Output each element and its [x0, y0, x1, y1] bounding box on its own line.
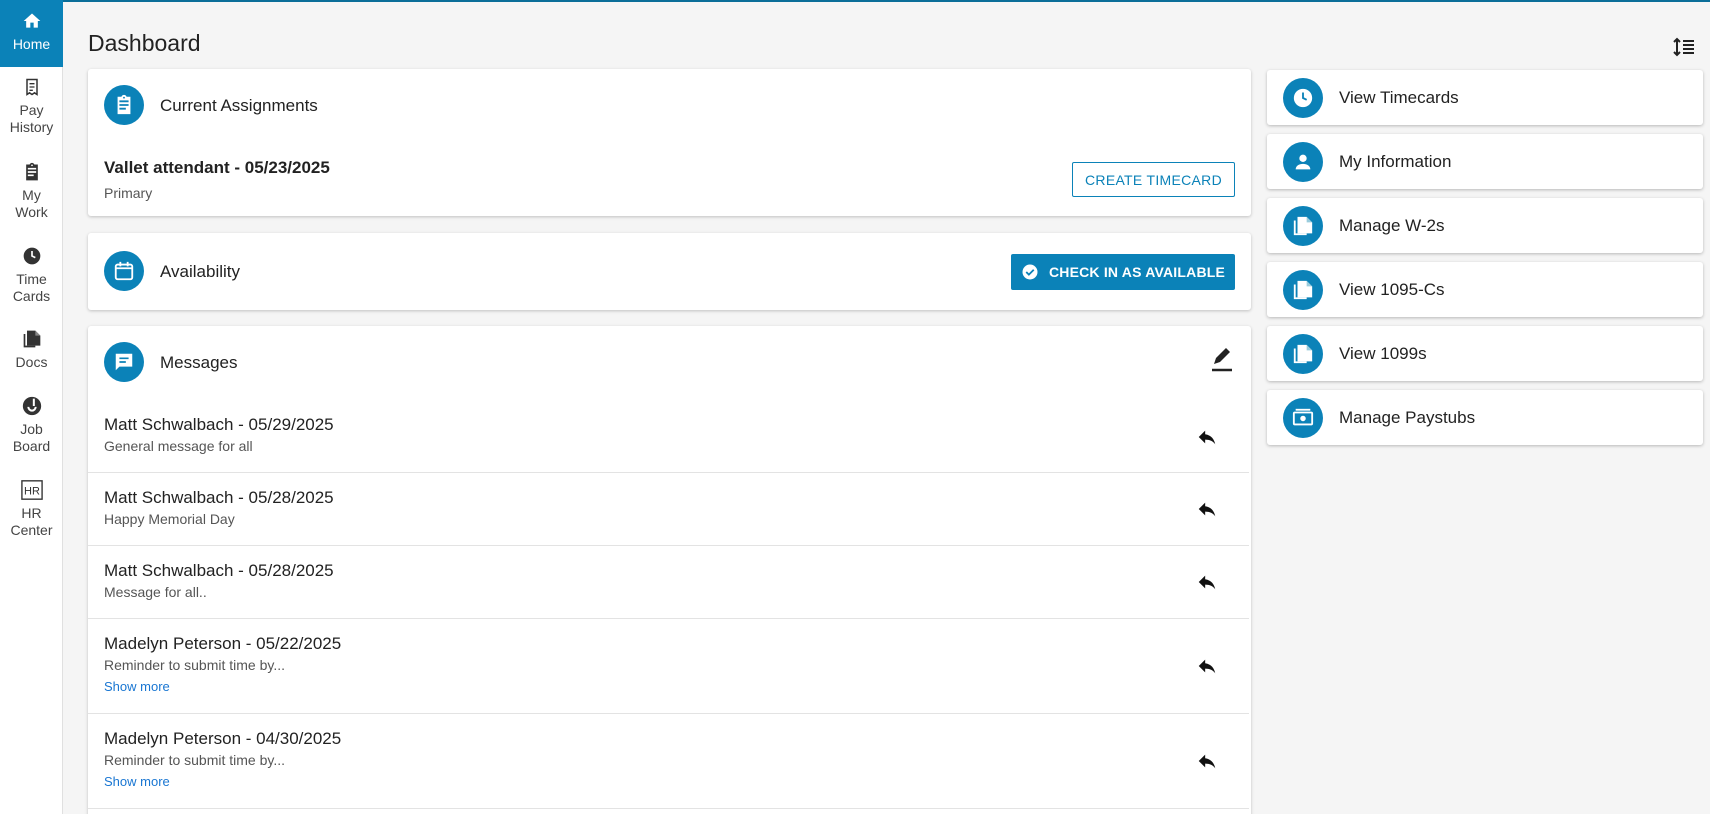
message-item[interactable]: Matt Schwalbach - 05/28/2025 Message for… — [88, 546, 1249, 619]
sidebar-item-pay-history[interactable]: Pay History — [0, 76, 63, 136]
top-accent-bar — [0, 0, 1710, 2]
clock-icon — [21, 245, 43, 267]
sidebar-item-label: Board — [12, 438, 51, 454]
reply-icon[interactable] — [1196, 655, 1218, 677]
message-body: Happy Memorial Day — [104, 511, 235, 527]
reply-icon[interactable] — [1196, 571, 1218, 593]
sidebar-item-label: Docs — [15, 354, 48, 370]
reply-icon[interactable] — [1196, 750, 1218, 772]
sidebar-item-label: Work — [15, 204, 48, 220]
card-title: Availability — [160, 262, 241, 281]
svg-text:HR: HR — [24, 486, 40, 498]
receipt-icon — [21, 76, 43, 98]
check-in-available-button[interactable]: CHECK IN AS AVAILABLE — [1011, 254, 1235, 290]
sidebar-item-label: Cards — [12, 288, 51, 304]
sidebar-item-hr-center[interactable]: HR HR Center — [0, 479, 63, 539]
reply-icon[interactable] — [1196, 426, 1218, 448]
quick-link-manage-w2s[interactable]: Manage W-2s — [1267, 198, 1703, 253]
job-board-icon — [21, 395, 43, 417]
message-body: Message for all.. — [104, 584, 207, 600]
sidebar-item-my-work[interactable]: My Work — [0, 161, 63, 221]
message-body: General message for all — [104, 438, 253, 454]
clock-icon — [1283, 78, 1323, 118]
messages-card: Messages Matt Schwalbach - 05/29/2025 Ge… — [88, 326, 1251, 814]
message-body: Reminder to submit time by... — [104, 752, 286, 768]
current-assignments-card: Current Assignments Vallet attendant - 0… — [88, 69, 1251, 216]
message-header: Matt Schwalbach - 05/28/2025 — [104, 561, 334, 580]
compose-icon[interactable] — [1210, 347, 1234, 373]
check-in-label: CHECK IN AS AVAILABLE — [1048, 264, 1226, 280]
message-body: Reminder to submit time by... — [104, 657, 286, 673]
quick-link-label: Manage Paystubs — [1339, 408, 1476, 427]
sidebar-item-job-board[interactable]: Job Board — [0, 395, 63, 455]
show-more-link[interactable]: Show more — [104, 774, 170, 789]
message-header: Madelyn Peterson - 04/30/2025 — [104, 729, 342, 748]
sort-icon[interactable] — [1672, 36, 1696, 58]
check-circle-icon — [1021, 263, 1039, 281]
hr-icon: HR — [20, 479, 43, 501]
show-more-link[interactable]: Show more — [104, 679, 170, 694]
quick-link-label: View 1095-Cs — [1339, 280, 1445, 299]
sidebar-item-home[interactable]: Home — [0, 0, 63, 67]
sidebar-item-label: Time — [16, 271, 47, 287]
message-item[interactable]: Matt Schwalbach - 05/29/2025 General mes… — [88, 402, 1249, 473]
calendar-icon — [104, 251, 144, 291]
availability-card: Availability CHECK IN AS AVAILABLE — [88, 233, 1251, 310]
documents-icon — [1283, 206, 1323, 246]
paystub-icon — [1283, 398, 1323, 438]
person-icon — [1283, 142, 1323, 182]
documents-icon — [21, 328, 43, 350]
clipboard-icon — [21, 161, 43, 183]
sidebar-item-label: Pay — [19, 102, 44, 118]
page-title: Dashboard — [88, 30, 201, 56]
sidebar-item-label: My — [22, 187, 41, 203]
sidebar-item-label: Home — [12, 36, 51, 52]
message-header: Madelyn Peterson - 05/22/2025 — [104, 634, 342, 653]
quick-link-manage-paystubs[interactable]: Manage Paystubs — [1267, 390, 1703, 445]
quick-link-view-1099s[interactable]: View 1099s — [1267, 326, 1703, 381]
quick-link-label: Manage W-2s — [1339, 216, 1445, 235]
quick-link-label: View 1099s — [1339, 344, 1427, 363]
message-item[interactable]: Matt Schwalbach - 05/28/2025 Happy Memor… — [88, 473, 1249, 546]
assignment-title: Vallet attendant - 05/23/2025 — [104, 158, 330, 177]
message-header: Matt Schwalbach - 05/29/2025 — [104, 415, 334, 434]
message-item[interactable]: Madelyn Peterson - 05/22/2025 Reminder t… — [88, 619, 1249, 714]
create-timecard-button[interactable]: CREATE TIMECARD — [1072, 162, 1235, 197]
message-header: Matt Schwalbach - 05/28/2025 — [104, 488, 334, 507]
quick-link-label: View Timecards — [1339, 88, 1459, 107]
sidebar-item-label: Center — [10, 522, 53, 538]
chat-icon — [104, 342, 144, 382]
clipboard-icon — [104, 85, 144, 125]
sidebar-item-time-cards[interactable]: Time Cards — [0, 245, 63, 305]
home-icon — [21, 10, 43, 32]
quick-link-label: My Information — [1339, 152, 1452, 171]
sidebar: Home Pay History My Work Time Cards Docs… — [0, 0, 63, 814]
assignment-type: Primary — [104, 185, 153, 201]
sidebar-item-label: History — [9, 119, 54, 135]
documents-icon — [1283, 270, 1323, 310]
sidebar-item-label: Job — [20, 421, 43, 437]
card-title: Messages — [160, 353, 238, 372]
sidebar-item-label: HR — [21, 505, 42, 521]
sidebar-item-docs[interactable]: Docs — [0, 328, 63, 371]
reply-icon[interactable] — [1196, 498, 1218, 520]
card-title: Current Assignments — [160, 96, 318, 115]
documents-icon — [1283, 334, 1323, 374]
quick-link-view-1095cs[interactable]: View 1095-Cs — [1267, 262, 1703, 317]
quick-link-view-timecards[interactable]: View Timecards — [1267, 70, 1703, 125]
quick-link-my-information[interactable]: My Information — [1267, 134, 1703, 189]
message-item[interactable]: Madelyn Peterson - 04/30/2025 Reminder t… — [88, 714, 1249, 809]
